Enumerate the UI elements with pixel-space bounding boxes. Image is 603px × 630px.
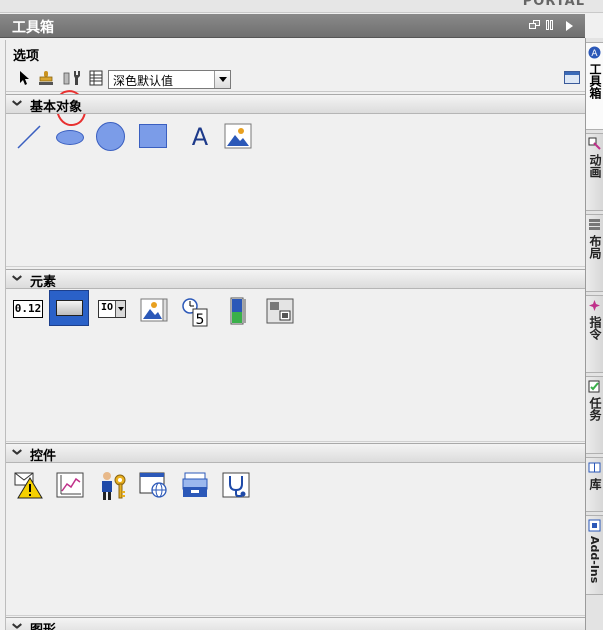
group-title: 图形	[30, 619, 56, 630]
tab-animations[interactable]: 动画	[586, 133, 603, 211]
ellipse-icon[interactable]	[56, 122, 84, 150]
collapse-arrow-icon[interactable]	[563, 20, 575, 32]
group-title: 基本对象	[30, 100, 83, 115]
side-task-cards: A 工具箱 动画 布局 指令 任务 库 Add-Ins	[585, 38, 603, 630]
tab-layout[interactable]: 布局	[586, 214, 603, 292]
switch-icon[interactable]	[266, 297, 294, 325]
text-field-icon[interactable]: A	[186, 122, 214, 151]
group-body-basic-objects: A	[6, 115, 586, 267]
combo-dropdown-icon[interactable]	[214, 71, 230, 88]
animation-tab-icon	[588, 137, 601, 150]
chevron-down-icon[interactable]	[12, 623, 21, 630]
line-icon[interactable]	[16, 122, 44, 150]
tab-add-ins[interactable]: Add-Ins	[586, 515, 603, 595]
group-header-elements[interactable]: 元素	[6, 269, 586, 290]
symbolic-io-text: IO	[101, 302, 114, 313]
window-view-icon[interactable]	[564, 71, 580, 84]
group-header-controls[interactable]: 控件	[6, 443, 586, 464]
toolbox-tab-icon: A	[588, 46, 601, 59]
tab-label: Add-Ins	[588, 536, 601, 584]
html-browser-icon[interactable]	[139, 471, 167, 499]
rectangle-icon[interactable]	[139, 122, 167, 150]
graphic-view-icon[interactable]	[224, 122, 252, 150]
bar-icon[interactable]	[226, 297, 254, 325]
wrench-settings-icon[interactable]	[62, 69, 80, 87]
tasks-tab-icon	[588, 380, 601, 393]
chevron-down-icon[interactable]	[12, 275, 21, 284]
toolbox-title: 工具箱	[12, 20, 54, 36]
tab-libraries[interactable]: 库	[586, 457, 603, 512]
symbolic-io-field-icon[interactable]: IO	[98, 300, 126, 318]
options-header: 选项	[6, 42, 586, 64]
tab-label: 动画	[588, 154, 602, 178]
tab-tasks[interactable]: 任务	[586, 376, 603, 454]
style-combo-value: 深色默认值	[113, 74, 174, 88]
toolbox-panel: 选项 深色默认值 基本对象 A 元素 0.12 IO 5 控件	[5, 40, 586, 630]
svg-text:A: A	[591, 49, 598, 59]
portal-brand: PORTAL	[522, 0, 585, 9]
clock-number: 5	[196, 312, 205, 327]
tab-label: 任务	[588, 397, 602, 421]
tab-instructions[interactable]: 指令	[586, 295, 603, 373]
library-tab-icon	[588, 461, 601, 474]
add-ins-tab-icon	[588, 519, 601, 532]
toolbox-title-bar: 工具箱	[0, 14, 585, 38]
alarm-view-icon[interactable]	[14, 471, 43, 499]
instructions-tab-icon	[588, 299, 601, 312]
options-label: 选项	[13, 49, 40, 64]
table-view-icon[interactable]	[87, 69, 105, 87]
float-window-icon[interactable]	[529, 20, 541, 32]
layout-tab-icon	[588, 218, 601, 231]
stamp-icon[interactable]	[37, 69, 55, 87]
circle-icon[interactable]	[96, 122, 125, 151]
group-body-controls	[6, 464, 586, 616]
tab-toolbox[interactable]: A 工具箱	[586, 42, 603, 130]
group-title: 元素	[30, 275, 57, 290]
group-title: 控件	[30, 449, 57, 464]
split-view-icon[interactable]	[546, 20, 558, 32]
user-view-icon[interactable]	[99, 471, 127, 500]
chevron-down-icon[interactable]	[12, 100, 21, 109]
top-strip: PORTAL	[0, 0, 603, 13]
recipe-view-icon[interactable]	[181, 471, 209, 499]
group-header-basic-objects[interactable]: 基本对象	[6, 94, 586, 115]
options-toolbar: 深色默认值	[6, 66, 586, 92]
button-icon[interactable]	[49, 290, 89, 326]
tab-label: 工具箱	[588, 63, 602, 99]
tab-label: 指令	[588, 316, 602, 340]
date-time-field-icon[interactable]: 5	[181, 297, 209, 328]
toolbox-window: PORTAL 工具箱 选项 深色默认值 基本对象 A 元素 0.12 IO 5 …	[0, 0, 603, 630]
style-combo[interactable]: 深色默认值	[108, 70, 231, 89]
tab-label: 布局	[588, 235, 602, 259]
io-field-icon[interactable]: 0.12	[13, 300, 43, 318]
trend-view-icon[interactable]	[56, 471, 84, 499]
pointer-arrow-icon[interactable]	[15, 69, 33, 87]
chevron-down-icon[interactable]	[12, 449, 21, 458]
graphic-io-field-icon[interactable]	[140, 297, 168, 325]
group-header-graphics[interactable]: 图形	[6, 617, 586, 630]
group-body-elements: 0.12 IO 5	[6, 290, 586, 442]
system-diagnostics-icon[interactable]	[222, 471, 250, 499]
tab-label: 库	[588, 478, 602, 490]
